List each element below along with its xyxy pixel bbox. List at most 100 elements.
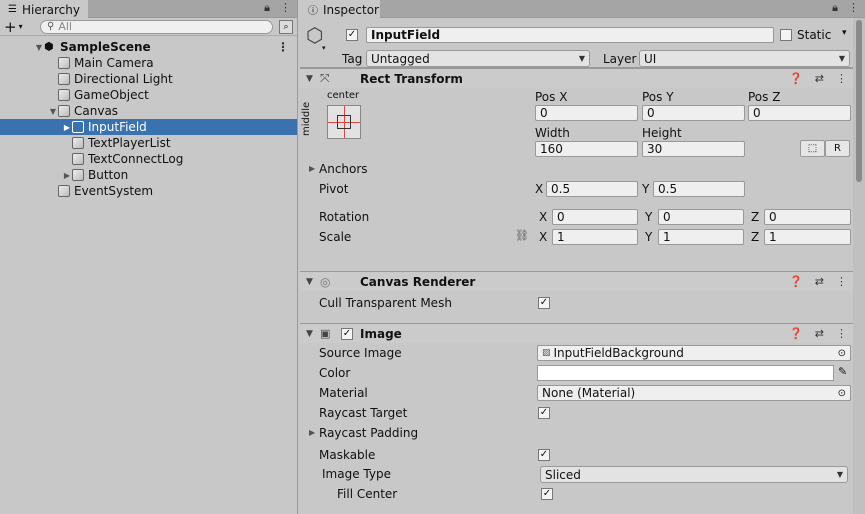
constrain-proportions-icon[interactable]: ⛓ [515, 229, 529, 242]
fold-arrow-icon[interactable]: ▼ [306, 74, 313, 84]
canvas-renderer-body: Cull Transparent Mesh ✓ [300, 291, 853, 323]
scale-z-field[interactable]: 1 [764, 229, 851, 245]
layer-label: Layer [603, 52, 637, 66]
rotation-z-field[interactable]: 0 [764, 209, 851, 225]
inspector-tab[interactable]: ⓘ Inspector [300, 0, 380, 18]
hierarchy-item[interactable]: GameObject [0, 87, 297, 103]
rotation-y-field[interactable]: 0 [658, 209, 744, 225]
canvas-renderer-icon: ◎ [320, 274, 331, 289]
pivot-x-field[interactable]: 0.5 [546, 181, 638, 197]
scale-y-field[interactable]: 1 [658, 229, 744, 245]
raycast-padding-label[interactable]: Raycast Padding [319, 426, 418, 440]
canvas-renderer-header[interactable]: ▼ ◎ Canvas Renderer ❓ ⇄ ⋮ [300, 271, 853, 291]
tag-dropdown[interactable]: Untagged ▼ [366, 50, 590, 67]
inspector-scrollbar[interactable] [853, 18, 865, 514]
component-menu-icon[interactable]: ⋮ [836, 72, 847, 85]
fold-arrow-icon[interactable]: ▼ [306, 277, 313, 287]
cull-transparent-mesh-checkbox[interactable]: ✓ [538, 297, 550, 309]
preset-icon[interactable]: ⇄ [815, 275, 824, 288]
expand-arrow-icon[interactable]: ▼ [48, 107, 58, 116]
pos-x-field[interactable]: 0 [535, 105, 638, 121]
scale-x-axis-label: X [539, 230, 548, 244]
rotation-x-value: 0 [557, 210, 565, 224]
material-field[interactable]: None (Material) ⊙ [537, 385, 851, 401]
hierarchy-item[interactable]: Main Camera [0, 55, 297, 71]
pivot-y-field[interactable]: 0.5 [653, 181, 745, 197]
object-picker-icon[interactable]: ⊙ [838, 388, 846, 399]
anchor-presets-button[interactable] [327, 105, 361, 139]
material-value: None (Material) [542, 386, 636, 400]
anchors-label[interactable]: Anchors [319, 162, 368, 176]
lock-icon[interactable]: 🔒︎ [264, 1, 270, 15]
hierarchy-item[interactable]: TextConnectLog [0, 151, 297, 167]
gameobject-icon [58, 73, 70, 85]
help-icon[interactable]: ❓ [789, 327, 803, 340]
pos-z-field[interactable]: 0 [748, 105, 851, 121]
static-checkbox[interactable] [780, 29, 792, 41]
hierarchy-item[interactable]: ▶ InputField [0, 119, 297, 135]
expand-arrow-icon[interactable]: ▼ [34, 43, 44, 52]
add-object-button[interactable]: + ▾ [4, 17, 34, 36]
hierarchy-item[interactable]: Directional Light [0, 71, 297, 87]
fill-center-checkbox[interactable]: ✓ [541, 488, 553, 500]
pos-y-field[interactable]: 0 [642, 105, 745, 121]
rect-transform-header[interactable]: ▼ ⤧ Rect Transform ❓ ⇄ ⋮ [300, 68, 853, 88]
anchors-fold-icon[interactable]: ▶ [309, 164, 315, 173]
rotation-x-field[interactable]: 0 [552, 209, 638, 225]
width-field[interactable]: 160 [535, 141, 638, 157]
image-body: Source Image ▨ InputFieldBackground ⊙ Co… [300, 343, 853, 514]
collapse-arrow-icon[interactable]: ▶ [62, 171, 72, 180]
image-enabled-checkbox[interactable]: ✓ [341, 328, 353, 340]
raycast-target-checkbox[interactable]: ✓ [538, 407, 550, 419]
preset-icon[interactable]: ⇄ [815, 327, 824, 340]
help-icon[interactable]: ❓ [789, 275, 803, 288]
gameobject-icon [58, 185, 70, 197]
fold-arrow-icon[interactable]: ▼ [306, 329, 313, 339]
scene-search-button[interactable]: ⌕ [279, 19, 293, 34]
source-image-value: InputFieldBackground [553, 346, 684, 360]
object-name-field[interactable]: InputField [366, 27, 774, 43]
hierarchy-item[interactable]: ▼ Canvas [0, 103, 297, 119]
blueprint-mode-button[interactable]: ⬚ [800, 140, 825, 157]
add-label: + [4, 17, 17, 36]
material-label: Material [319, 386, 368, 400]
inspector-content: ⬡ ▾ ✓ InputField Static ▾ Tag Untagged ▼ … [300, 18, 853, 514]
scene-row[interactable]: ▼ ⬢ SampleScene ⋮ [0, 39, 297, 55]
hierarchy-item[interactable]: TextPlayerList [0, 135, 297, 151]
lock-icon[interactable]: 🔒︎ [832, 1, 838, 15]
icon-dropdown-arrow-icon[interactable]: ▾ [322, 44, 326, 52]
search-input[interactable]: ⚲ All [40, 19, 273, 34]
raw-edit-button[interactable]: R [825, 140, 850, 157]
scrollbar-thumb[interactable] [856, 20, 862, 182]
scale-x-field[interactable]: 1 [552, 229, 638, 245]
eyedropper-icon[interactable]: ✎ [838, 365, 847, 378]
more-menu-icon[interactable]: ⋮ [848, 1, 859, 15]
help-icon[interactable]: ❓ [789, 72, 803, 85]
layer-dropdown[interactable]: UI ▼ [639, 50, 850, 67]
hierarchy-tab[interactable]: ☰ Hierarchy [0, 0, 88, 18]
pos-z-label: Pos Z [748, 90, 781, 104]
object-picker-icon[interactable]: ⊙ [838, 348, 846, 359]
raycast-padding-fold-icon[interactable]: ▶ [309, 428, 315, 437]
image-type-dropdown[interactable]: Sliced ▼ [540, 466, 848, 483]
source-image-field[interactable]: ▨ InputFieldBackground ⊙ [537, 345, 851, 361]
component-menu-icon[interactable]: ⋮ [836, 327, 847, 340]
active-checkbox[interactable]: ✓ [346, 29, 358, 41]
hierarchy-item[interactable]: ▶ Button [0, 167, 297, 183]
fill-center-label: Fill Center [337, 487, 398, 501]
height-field[interactable]: 30 [642, 141, 745, 157]
more-menu-icon[interactable]: ⋮ [280, 1, 291, 15]
image-type-label: Image Type [322, 467, 391, 481]
hierarchy-item[interactable]: EventSystem [0, 183, 297, 199]
component-menu-icon[interactable]: ⋮ [836, 275, 847, 288]
hierarchy-item-label: Button [88, 168, 129, 182]
color-field[interactable] [537, 365, 834, 381]
rotation-z-axis-label: Z [751, 210, 760, 224]
maskable-checkbox[interactable]: ✓ [538, 449, 550, 461]
collapse-arrow-icon[interactable]: ▶ [62, 123, 72, 132]
object-name-value: InputField [371, 28, 441, 42]
preset-icon[interactable]: ⇄ [815, 72, 824, 85]
image-header[interactable]: ▼ ▣ ✓ Image ❓ ⇄ ⋮ [300, 323, 853, 343]
static-dropdown-icon[interactable]: ▾ [842, 28, 847, 38]
scene-menu-icon[interactable]: ⋮ [277, 40, 289, 54]
